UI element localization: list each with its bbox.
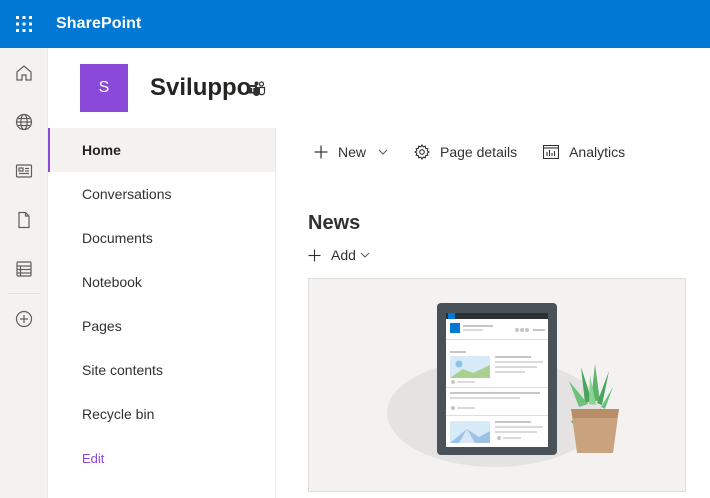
analytics-label: Analytics — [569, 144, 626, 160]
news-section-title: News — [308, 212, 361, 234]
list-icon[interactable] — [0, 244, 48, 293]
file-icon[interactable] — [0, 195, 48, 244]
app-name-link[interactable]: SharePoint — [56, 15, 141, 33]
analytics-icon — [543, 145, 560, 159]
nav-item-conversations[interactable]: Conversations — [48, 172, 275, 216]
suite-bar: SharePoint — [0, 0, 710, 48]
nav-item-label: Site contents — [82, 362, 163, 378]
plus-icon — [308, 249, 321, 261]
chevron-down-icon — [378, 149, 388, 155]
nav-item-recycle-bin[interactable]: Recycle bin — [48, 392, 275, 436]
news-placeholder-illustration — [387, 303, 619, 467]
nav-item-documents[interactable]: Documents — [48, 216, 275, 260]
page-details-button[interactable]: Page details — [414, 144, 517, 160]
news-icon[interactable] — [0, 146, 48, 195]
nav-item-notebook[interactable]: Notebook — [48, 260, 275, 304]
nav-item-label: Conversations — [82, 186, 172, 202]
nav-item-label: Documents — [82, 230, 153, 246]
nav-item-label: Home — [82, 142, 121, 158]
site-logo-letter: S — [98, 79, 110, 96]
svg-text:T: T — [251, 87, 256, 94]
command-bar: New Page details Analytics — [276, 128, 710, 176]
add-circle-icon[interactable] — [0, 294, 48, 343]
site-logo[interactable]: S — [80, 64, 128, 112]
teams-icon[interactable]: T — [248, 81, 266, 102]
page-details-label: Page details — [440, 144, 518, 160]
nav-edit-link[interactable]: Edit — [48, 436, 275, 480]
nav-item-pages[interactable]: Pages — [48, 304, 275, 348]
site-header: S Sviluppo T — [48, 48, 710, 128]
left-navigation: Home Conversations Documents Notebook Pa… — [48, 128, 276, 498]
nav-item-label: Notebook — [82, 274, 142, 290]
nav-item-label: Pages — [82, 318, 122, 334]
nav-item-home[interactable]: Home — [48, 128, 275, 172]
site-title[interactable]: Sviluppo — [150, 74, 251, 102]
nav-item-site-contents[interactable]: Site contents — [48, 348, 275, 392]
new-button[interactable]: New — [314, 144, 388, 160]
globe-icon[interactable] — [0, 97, 48, 146]
chevron-down-icon — [360, 252, 370, 258]
nav-item-label: Recycle bin — [82, 406, 155, 422]
plus-icon — [314, 145, 328, 159]
app-bar — [0, 48, 48, 498]
gear-icon — [414, 144, 431, 160]
news-add-button[interactable]: Add — [308, 247, 370, 263]
news-add-label: Add — [331, 247, 356, 263]
new-button-label: New — [338, 144, 367, 160]
analytics-button[interactable]: Analytics — [543, 144, 625, 160]
news-placeholder-card — [308, 278, 686, 492]
home-icon[interactable] — [0, 48, 48, 97]
waffle-icon[interactable] — [0, 0, 48, 48]
